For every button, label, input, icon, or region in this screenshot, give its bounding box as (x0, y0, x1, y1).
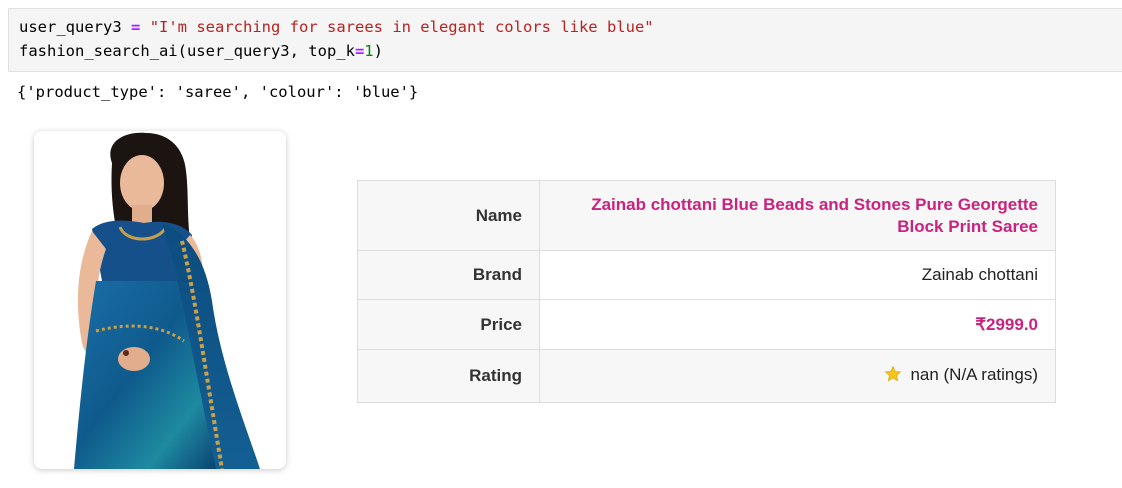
code-function-call: fashion_search_ai(user_query3, top_k (19, 42, 355, 60)
code-string: "I'm searching for sarees in elegant col… (149, 18, 654, 36)
code-number: 1 (364, 42, 374, 60)
rating-label: Rating (357, 349, 540, 403)
brand-value: Zainab chottani (539, 250, 1056, 300)
code-line-2: fashion_search_ai(user_query3, top_k=1) (19, 41, 383, 61)
code-variable: user_query3 (19, 18, 122, 36)
table-row-name: Name Zainab chottani Blue Beads and Ston… (357, 180, 1056, 251)
product-name-line-2: Block Print Saree (897, 216, 1038, 236)
price-label: Price (357, 299, 540, 350)
name-value-cell: Zainab chottani Blue Beads and Stones Pu… (539, 180, 1056, 251)
table-row-brand: Brand Zainab chottani (357, 250, 1056, 300)
brand-label: Brand (357, 250, 540, 300)
rating-value-cell: nan (N/A ratings) (539, 349, 1056, 403)
product-details-table: Name Zainab chottani Blue Beads and Ston… (357, 180, 1056, 403)
code-cell[interactable]: user_query3 = "I'm searching for sarees … (8, 8, 1122, 72)
price-value: ₹2999.0 (975, 314, 1038, 334)
code-close-paren: ) (373, 42, 383, 60)
name-label: Name (357, 180, 540, 251)
price-value-cell: ₹2999.0 (539, 299, 1056, 350)
star-icon (884, 365, 902, 388)
code-operator: = (131, 18, 141, 36)
rating-value: nan (N/A ratings) (910, 364, 1038, 384)
product-image-card (34, 131, 286, 469)
cell-output-text: {'product_type': 'saree', 'colour': 'blu… (17, 83, 419, 101)
table-row-rating: Rating nan (N/A ratings) (357, 349, 1056, 403)
product-name-line-1: Zainab chottani Blue Beads and Stones Pu… (591, 194, 1038, 214)
product-name-link[interactable]: Zainab chottani Blue Beads and Stones Pu… (591, 194, 1038, 238)
code-line-1: user_query3 = "I'm searching for sarees … (19, 17, 654, 37)
code-operator: = (354, 42, 365, 60)
saree-product-photo (34, 131, 286, 469)
table-row-price: Price ₹2999.0 (357, 299, 1056, 350)
